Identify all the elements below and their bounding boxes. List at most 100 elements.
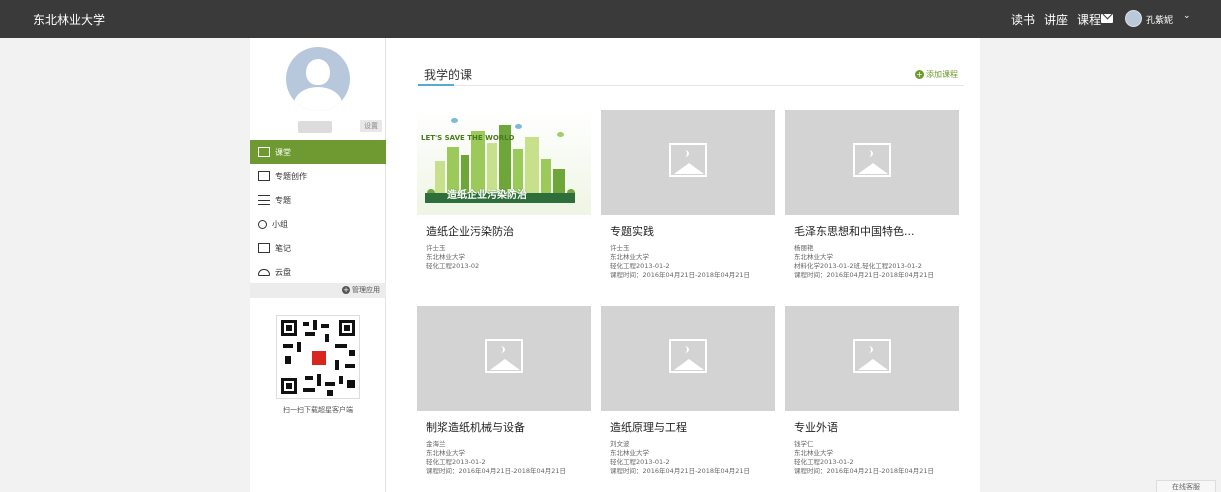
sidebar-item-label: 课堂: [275, 147, 291, 157]
topic-icon: [258, 195, 270, 205]
avatar-head-shape: [306, 59, 330, 85]
course-cover[interactable]: [601, 110, 775, 215]
qr-finder: [281, 320, 297, 336]
top-nav: 读书 讲座 课程: [1011, 11, 1101, 28]
butterfly-icon: [515, 124, 522, 129]
add-circle-icon: +: [342, 286, 350, 294]
qr-module: [305, 376, 313, 380]
course-cover[interactable]: [417, 306, 591, 411]
chaoxing-logo-icon: [310, 349, 328, 367]
mail-icon[interactable]: [1101, 14, 1113, 23]
image-placeholder-icon: [853, 143, 891, 177]
qr-module: [303, 388, 315, 392]
cover-tagline: LET'S SAVE THE WORLD: [421, 134, 515, 142]
qr-module: [297, 342, 301, 352]
course-period: 课程时间：2016年04月21日-2018年04月21日: [794, 467, 935, 475]
qr-module: [335, 360, 339, 370]
username[interactable]: 孔紫妮: [1146, 13, 1173, 26]
course-card[interactable]: 专题实践 许士玉 东北林业大学 轻化工程2013-01-2 课程时间：2016年…: [601, 110, 775, 286]
topic-creation-icon: [258, 171, 270, 181]
course-title[interactable]: 毛泽东思想和中国特色...: [785, 215, 959, 239]
add-course-button[interactable]: + 添加课程: [915, 69, 958, 80]
course-card[interactable]: LET'S SAVE THE WORLD 造纸企业污染防治 造纸企业污染防治 许…: [417, 110, 591, 286]
course-period: 课程时间：2016年04月21日-2018年04月21日: [610, 271, 751, 279]
course-school: 东北林业大学: [426, 253, 465, 261]
sidebar-item-classroom[interactable]: 课堂: [250, 140, 386, 164]
qr-code: [276, 315, 360, 399]
course-title[interactable]: 专业外语: [785, 411, 959, 435]
nav-reading[interactable]: 读书: [1011, 11, 1035, 28]
course-title[interactable]: 造纸企业污染防治: [417, 215, 591, 239]
course-cover[interactable]: LET'S SAVE THE WORLD 造纸企业污染防治: [417, 110, 591, 215]
cloud-icon: [258, 268, 270, 276]
profile-name-blurred: [298, 121, 332, 133]
sidebar-item-topic-creation[interactable]: 专题创作: [250, 164, 386, 188]
qr-module: [335, 344, 347, 348]
course-teacher: 杨丽艳: [794, 244, 814, 252]
settings-button[interactable]: 设置: [360, 120, 382, 132]
course-school: 东北林业大学: [794, 253, 833, 261]
course-school: 东北林业大学: [610, 253, 649, 261]
school-name[interactable]: 东北林业大学: [33, 11, 105, 28]
sidebar-item-label: 专题创作: [275, 171, 307, 181]
course-teacher: 钱学仁: [794, 440, 814, 448]
cover-building: [525, 137, 539, 199]
user-avatar[interactable]: [1125, 10, 1142, 27]
sidebar-item-group[interactable]: 小组: [250, 212, 386, 236]
course-classes: 材料化学2013-01-2班,轻化工程2013-01-2: [794, 262, 922, 270]
nav-courses[interactable]: 课程: [1077, 11, 1101, 28]
nav-lectures[interactable]: 讲座: [1044, 11, 1068, 28]
chevron-down-icon[interactable]: ⌄: [1183, 11, 1191, 21]
title-underline: [418, 84, 454, 86]
course-title[interactable]: 制浆造纸机械与设备: [417, 411, 591, 435]
course-classes: 轻化工程2013-02: [426, 262, 480, 270]
sidebar: 设置 课堂 专题创作 专题 小组 笔记 云盘 + 管理应用 扫一扫下载超星客户端: [250, 38, 386, 492]
manage-apps-label: 管理应用: [352, 286, 380, 294]
course-cover[interactable]: [785, 110, 959, 215]
course-teacher: 刘文波: [610, 440, 630, 448]
sidebar-item-cloud[interactable]: 云盘: [250, 260, 386, 284]
course-card[interactable]: 毛泽东思想和中国特色... 杨丽艳 东北林业大学 材料化学2013-01-2班,…: [785, 110, 959, 286]
course-card[interactable]: 造纸原理与工程 刘文波 东北林业大学 轻化工程2013-01-2 课程时间：20…: [601, 306, 775, 482]
online-service-tab[interactable]: 在线客服: [1156, 480, 1216, 492]
qr-module: [313, 320, 317, 330]
group-icon: [258, 219, 267, 229]
qr-finder: [339, 320, 355, 336]
title-divider: [418, 85, 964, 86]
course-card[interactable]: 专业外语 钱学仁 东北林业大学 轻化工程2013-01-2 课程时间：2016年…: [785, 306, 959, 482]
qr-module: [325, 334, 329, 342]
image-placeholder-icon: [669, 339, 707, 373]
course-classes: 轻化工程2013-01-2: [610, 458, 670, 466]
course-title[interactable]: 造纸原理与工程: [601, 411, 775, 435]
add-circle-icon: +: [915, 70, 924, 79]
course-cover[interactable]: [601, 306, 775, 411]
course-card[interactable]: 制浆造纸机械与设备 金海兰 东北林业大学 轻化工程2013-01-2 课程时间：…: [417, 306, 591, 482]
manage-apps-button[interactable]: + 管理应用: [250, 283, 386, 298]
course-teacher: 许士玉: [610, 244, 630, 252]
butterfly-icon: [557, 132, 564, 137]
course-classes: 轻化工程2013-01-2: [610, 262, 670, 270]
avatar-shoulders-shape: [294, 87, 342, 111]
profile-avatar[interactable]: [286, 47, 350, 111]
butterfly-icon: [451, 118, 458, 123]
content-panel: 设置 课堂 专题创作 专题 小组 笔记 云盘 + 管理应用 扫一扫下载超星客户端…: [250, 38, 980, 492]
qr-module: [305, 332, 315, 336]
qr-module: [317, 374, 321, 386]
sidebar-item-topic[interactable]: 专题: [250, 188, 386, 212]
sidebar-item-notes[interactable]: 笔记: [250, 236, 386, 260]
classroom-icon: [258, 147, 270, 157]
qr-module: [349, 350, 355, 356]
course-teacher: 金海兰: [426, 440, 446, 448]
course-title[interactable]: 专题实践: [601, 215, 775, 239]
qr-module: [303, 322, 309, 326]
sidebar-item-label: 笔记: [275, 243, 291, 253]
course-cover[interactable]: [785, 306, 959, 411]
qr-module: [345, 364, 355, 368]
top-bar: 东北林业大学 读书 讲座 课程 孔紫妮 ⌄: [0, 0, 1221, 38]
image-placeholder-icon: [853, 339, 891, 373]
course-period: 课程时间：2016年04月21日-2018年04月21日: [610, 467, 751, 475]
sidebar-item-label: 小组: [272, 219, 288, 229]
course-school: 东北林业大学: [794, 449, 833, 457]
sidebar-menu: 课堂 专题创作 专题 小组 笔记 云盘: [250, 140, 386, 284]
course-classes: 轻化工程2013-01-2: [794, 458, 854, 466]
